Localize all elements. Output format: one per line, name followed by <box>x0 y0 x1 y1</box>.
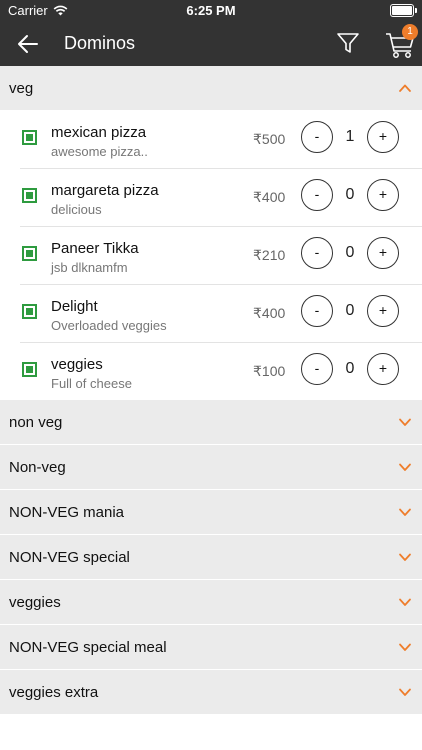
veg-indicator-icon <box>22 188 37 203</box>
item-name: Paneer Tikka <box>51 240 139 257</box>
chevron-down-icon <box>399 598 411 606</box>
item-price: ₹400 <box>253 305 286 321</box>
veg-indicator-icon <box>22 130 37 145</box>
cart-count-badge: 1 <box>402 24 418 40</box>
page-title: Dominos <box>64 33 136 53</box>
decrement-button[interactable]: - <box>301 237 333 269</box>
menu-item: Paneer Tikka jsb dlknamfm ₹210-0 + <box>20 227 422 285</box>
back-arrow-icon[interactable] <box>14 30 42 58</box>
section-header-veg[interactable]: veg <box>0 66 422 111</box>
veg-indicator-icon <box>22 362 37 377</box>
increment-button[interactable]: + <box>367 295 399 327</box>
item-name: margareta pizza <box>51 182 159 199</box>
filter-icon[interactable] <box>335 30 361 56</box>
item-quantity: 0 <box>345 302 355 319</box>
section-header[interactable]: NON-VEG mania <box>0 490 422 535</box>
item-name: mexican pizza <box>51 124 147 141</box>
item-name: Delight <box>51 298 98 315</box>
item-quantity: 0 <box>345 244 355 261</box>
section-header[interactable]: veggies extra <box>0 670 422 715</box>
menu-item-list: mexican pizza awesome pizza.. ₹500-1 + marga… <box>0 111 422 400</box>
menu-item: mexican pizza awesome pizza.. ₹500-1 + <box>20 111 422 169</box>
item-name: veggies <box>51 356 103 373</box>
item-description: Overloaded veggies <box>51 318 167 333</box>
increment-button[interactable]: + <box>367 179 399 211</box>
decrement-button[interactable]: - <box>301 353 333 385</box>
section-header[interactable]: Non-veg <box>0 445 422 490</box>
item-price: ₹400 <box>253 189 286 205</box>
increment-button[interactable]: + <box>367 121 399 153</box>
battery-tip <box>415 8 417 13</box>
section-title: veg <box>9 79 34 97</box>
section-title: NON-VEG special <box>9 548 130 566</box>
increment-button[interactable]: + <box>367 353 399 385</box>
chevron-down-icon <box>399 688 411 696</box>
chevron-down-icon <box>399 553 411 561</box>
item-quantity: 1 <box>345 128 355 145</box>
item-price: ₹500 <box>253 131 286 147</box>
app-header: Carrier 6:25 PM Dominos 1 <box>0 0 422 66</box>
section-title: veggies <box>9 593 61 611</box>
menu-item: Delight Overloaded veggies ₹400-0 + <box>20 285 422 343</box>
increment-button[interactable]: + <box>367 237 399 269</box>
section-header[interactable]: veggies <box>0 580 422 625</box>
menu-item: veggies Full of cheese ₹100-0 + <box>20 343 422 400</box>
item-quantity: 0 <box>345 186 355 203</box>
decrement-button[interactable]: - <box>301 295 333 327</box>
chevron-down-icon <box>399 643 411 651</box>
chevron-down-icon <box>399 418 411 426</box>
section-list: non veg Non-veg NON-VEG mania NON-VEG speci… <box>0 400 422 715</box>
item-description: Full of cheese <box>51 376 132 391</box>
section-header[interactable]: NON-VEG special meal <box>0 625 422 670</box>
chevron-down-icon <box>399 463 411 471</box>
decrement-button[interactable]: - <box>301 121 333 153</box>
battery-icon <box>390 4 414 17</box>
section-header[interactable]: NON-VEG special <box>0 535 422 580</box>
veg-indicator-icon <box>22 246 37 261</box>
decrement-button[interactable]: - <box>301 179 333 211</box>
status-bar: Carrier 6:25 PM <box>0 0 422 22</box>
item-price: ₹210 <box>253 247 286 263</box>
status-time: 6:25 PM <box>186 3 236 18</box>
chevron-down-icon <box>399 508 411 516</box>
item-description: delicious <box>51 202 102 217</box>
section-title: non veg <box>9 413 63 431</box>
section-header[interactable]: non veg <box>0 400 422 445</box>
section-title: NON-VEG mania <box>9 503 125 521</box>
menu-item: margareta pizza delicious ₹400-0 + <box>20 169 422 227</box>
section-title: veggies extra <box>9 683 99 701</box>
section-title: NON-VEG special meal <box>9 638 167 656</box>
item-description: jsb dlknamfm <box>51 260 128 275</box>
item-description: awesome pizza.. <box>51 144 148 159</box>
veg-indicator-icon <box>22 304 37 319</box>
nav-bar: Dominos 1 <box>0 22 422 66</box>
item-quantity: 0 <box>345 360 355 377</box>
section-title: Non-veg <box>9 458 66 476</box>
item-price: ₹100 <box>253 363 286 379</box>
chevron-up-icon <box>399 84 411 92</box>
